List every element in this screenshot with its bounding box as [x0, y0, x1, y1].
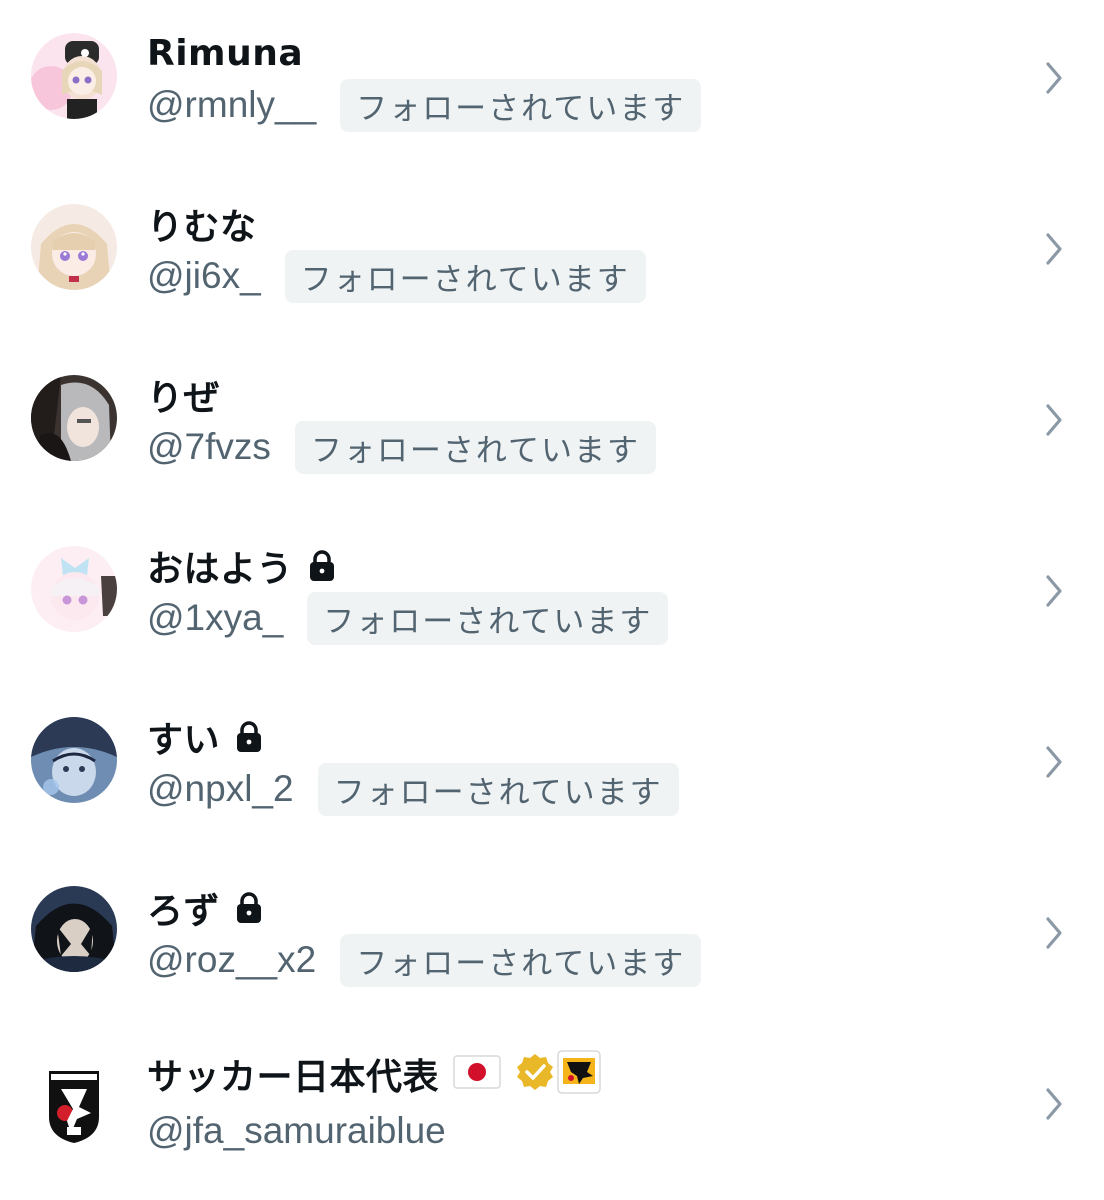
name-line: ろず	[147, 884, 264, 932]
follows-you-badge: フォローされています	[284, 249, 646, 303]
avatar-sui[interactable]	[31, 717, 117, 803]
chevron-right-icon[interactable]	[1040, 229, 1068, 269]
avatar-rimuna[interactable]	[31, 33, 117, 119]
follows-you-badge: フォローされています	[294, 420, 656, 474]
follows-you-badge: フォローされています	[307, 591, 669, 645]
avatar-ohayou[interactable]	[31, 546, 117, 632]
chevron-right-icon[interactable]	[1040, 571, 1068, 611]
lock-icon	[234, 720, 264, 754]
chevron-right-icon[interactable]	[1040, 913, 1068, 953]
handle-line: @rmnly__ フォローされています	[147, 78, 702, 132]
follower-list: Rimuna @rmnly__ フォローされています りむな @ji6x_ フォ…	[0, 0, 1104, 1200]
user-handle: @roz__x2	[147, 939, 317, 980]
follows-you-badge: フォローされています	[317, 762, 679, 816]
user-handle: @jfa_samuraiblue	[147, 1110, 446, 1151]
lock-icon	[234, 891, 264, 925]
chevron-right-icon[interactable]	[1040, 58, 1068, 98]
user-display-name: りぜ	[147, 378, 221, 419]
name-line: Rimuna	[147, 29, 303, 77]
name-line: おはよう	[147, 542, 337, 590]
avatar-rize[interactable]	[31, 375, 117, 461]
avatar-rimuna-hiragana[interactable]	[31, 204, 117, 290]
handle-line: @ji6x_ フォローされています	[147, 249, 646, 303]
user-display-name: おはよう	[147, 549, 294, 590]
user-row-jfa[interactable]: サッカー日本代表 @jfa_samuraiblue	[0, 1026, 1104, 1197]
user-display-name: りむな	[147, 207, 257, 248]
user-row-rimuna[interactable]: Rimuna @rmnly__ フォローされています	[0, 0, 1104, 171]
japan-flag-icon	[453, 1055, 501, 1093]
name-line: りぜ	[147, 371, 220, 419]
user-row-ohayou[interactable]: おはよう @1xya_ フォローされています	[0, 513, 1104, 684]
gold-verified-badge-icon[interactable]	[515, 1052, 555, 1096]
user-handle: @1xya_	[147, 597, 284, 638]
handle-line: @1xya_ フォローされています	[147, 591, 669, 645]
user-handle: @ji6x_	[147, 255, 261, 296]
user-display-name: ろず	[147, 891, 221, 932]
chevron-right-icon[interactable]	[1040, 400, 1068, 440]
chevron-right-icon[interactable]	[1040, 1084, 1068, 1124]
name-line: すい	[147, 713, 264, 761]
user-display-name: サッカー日本代表	[147, 1057, 440, 1098]
user-row-rimuna-hiragana[interactable]: りむな @ji6x_ フォローされています	[0, 171, 1104, 342]
user-row-roz[interactable]: ろず @roz__x2 フォローされています	[0, 855, 1104, 1026]
user-row-rize[interactable]: りぜ @7fvzs フォローされています	[0, 342, 1104, 513]
chevron-right-icon[interactable]	[1040, 742, 1068, 782]
user-display-name: すい	[147, 720, 221, 761]
handle-line: @7fvzs フォローされています	[147, 420, 656, 474]
handle-line: @roz__x2 フォローされています	[147, 933, 702, 987]
lock-icon	[307, 549, 337, 583]
user-row-sui[interactable]: すい @npxl_2 フォローされています	[0, 684, 1104, 855]
avatar-roz[interactable]	[31, 886, 117, 972]
avatar-jfa[interactable]	[31, 1059, 117, 1145]
name-line: りむな	[147, 200, 257, 248]
user-handle: @npxl_2	[147, 768, 294, 809]
follows-you-badge: フォローされています	[340, 78, 702, 132]
handle-line: @jfa_samuraiblue	[147, 1106, 446, 1156]
handle-line: @npxl_2 フォローされています	[147, 762, 679, 816]
name-line: サッカー日本代表	[147, 1050, 601, 1098]
follows-you-badge: フォローされています	[340, 933, 702, 987]
user-handle: @7fvzs	[147, 426, 271, 467]
jfa-affiliate-icon[interactable]	[557, 1050, 601, 1098]
user-display-name: Rimuna	[147, 32, 304, 74]
user-handle: @rmnly__	[147, 84, 317, 125]
